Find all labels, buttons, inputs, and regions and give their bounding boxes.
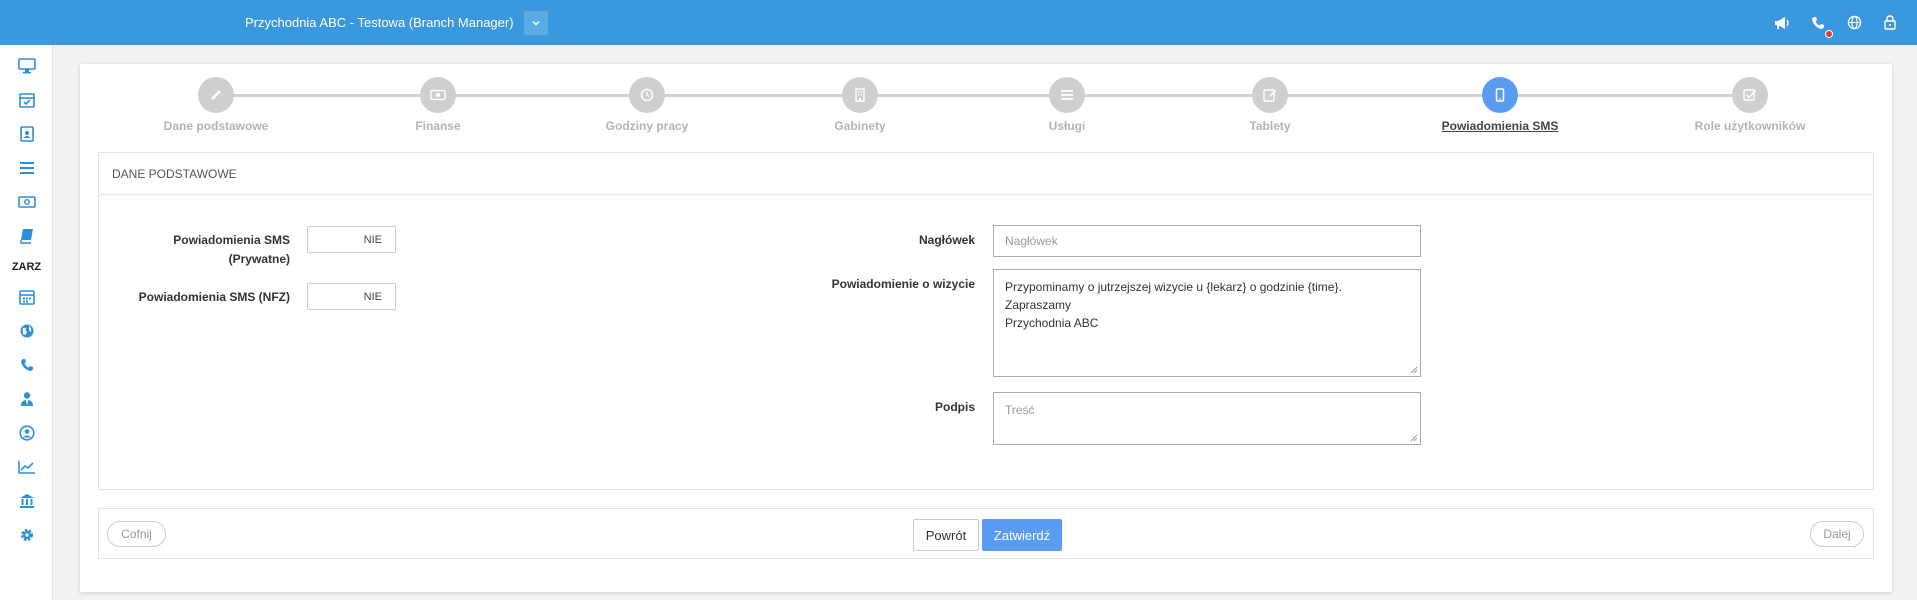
list-icon <box>1049 77 1085 113</box>
calendar-check-icon <box>18 92 35 111</box>
chevron-down-icon[interactable] <box>523 10 548 35</box>
money-icon <box>17 195 36 211</box>
return-button[interactable]: Powrót <box>913 519 979 551</box>
step-label: Dane podstawowe <box>163 119 269 133</box>
building-icon <box>842 77 878 113</box>
sidebar-item-book[interactable] <box>0 224 53 250</box>
step-label: Tablety <box>1249 119 1291 133</box>
top-bar: Przychodnia ABC - Testowa (Branch Manage… <box>0 0 1917 45</box>
calendar-icon <box>18 289 35 308</box>
step-sms-notifications[interactable]: Powiadomienia SMS <box>1390 77 1610 133</box>
sidebar-item-settings[interactable] <box>0 523 53 549</box>
next-step-button[interactable]: Dalej <box>1810 521 1864 547</box>
sidebar-section-label: ZARZ <box>11 261 42 273</box>
visit-text-line1: Przypominamy o jutrzejszej wizycie u {le… <box>1005 280 1342 294</box>
visit-notification-textarea[interactable]: Przypominamy o jutrzejszej wizycie u {le… <box>993 269 1421 377</box>
sidebar-item-finance[interactable] <box>0 190 53 216</box>
list-icon <box>19 161 35 178</box>
step-working-hours[interactable]: Godziny pracy <box>537 77 757 133</box>
header-label: Nagłówek <box>918 233 975 247</box>
sidebar-item-phone[interactable] <box>0 353 53 379</box>
resize-handle-icon[interactable] <box>1410 366 1418 374</box>
step-offices[interactable]: Gabinety <box>750 77 970 133</box>
visit-text-line3: Przychodnia ABC <box>1005 316 1099 330</box>
branch-selector[interactable]: Przychodnia ABC - Testowa (Branch Manage… <box>232 0 548 45</box>
sidebar-item-staff[interactable] <box>0 387 53 413</box>
visit-notification-label: Powiadomienie o wizycie <box>831 277 975 291</box>
sidebar-item-list[interactable] <box>0 156 53 182</box>
clock-icon <box>629 77 665 113</box>
resize-handle-icon[interactable] <box>1410 434 1418 442</box>
sms-nfz-label: Powiadomienia SMS (NFZ) <box>138 290 290 304</box>
step-services[interactable]: Usługi <box>957 77 1177 133</box>
step-label: Godziny pracy <box>605 119 689 133</box>
back-step-button[interactable]: Cofnij <box>107 521 166 547</box>
megaphone-icon[interactable] <box>1773 14 1791 32</box>
mobile-icon <box>1482 77 1518 113</box>
step-label: Usługi <box>1048 119 1086 133</box>
sidebar-item-web[interactable] <box>0 319 53 345</box>
checkbox-icon <box>1732 77 1768 113</box>
gear-icon <box>19 527 35 546</box>
sidebar-item-reports[interactable] <box>0 455 53 481</box>
confirm-button[interactable]: Zatwierdź <box>982 519 1062 551</box>
signature-label: Podpis <box>934 400 975 414</box>
book-icon <box>19 228 35 247</box>
user-circle-icon <box>18 424 35 444</box>
globe-icon[interactable] <box>1845 14 1863 32</box>
sidebar-item-dashboard[interactable] <box>0 54 53 80</box>
sms-private-label: Powiadomienia SMS (Prywatne) <box>120 231 290 269</box>
visit-text-line2: Zapraszamy <box>1005 298 1072 312</box>
header-input[interactable]: Nagłówek <box>993 225 1421 257</box>
step-basic-data[interactable]: Dane podstawowe <box>106 77 326 133</box>
sms-nfz-toggle[interactable]: NIE <box>307 283 396 310</box>
step-label: Role użytkowników <box>1694 119 1806 133</box>
line-chart-icon <box>17 460 36 477</box>
step-label: Powiadomienia SMS <box>1441 119 1559 133</box>
contact-card-icon <box>19 125 35 145</box>
sms-nfz-toggle-value: NIE <box>363 290 382 303</box>
step-label: Finanse <box>415 119 461 133</box>
sms-private-label-line2: (Prywatne) <box>228 252 290 266</box>
sidebar-item-patients[interactable] <box>0 122 53 148</box>
branch-title: Przychodnia ABC - Testowa (Branch Manage… <box>245 15 514 30</box>
sidebar-item-account[interactable] <box>0 421 53 447</box>
sms-private-toggle[interactable]: NIE <box>307 226 396 253</box>
sidebar-item-bank[interactable] <box>0 489 53 515</box>
tablet-edit-icon <box>1252 77 1288 113</box>
step-finance[interactable]: Finanse <box>328 77 548 133</box>
basic-data-panel: DANE PODSTAWOWE <box>98 152 1874 490</box>
phone-icon <box>20 358 34 375</box>
user-tie-icon <box>19 391 35 410</box>
signature-placeholder: Treść <box>1005 403 1035 417</box>
signature-textarea[interactable]: Treść <box>993 392 1421 445</box>
sms-private-label-line1: Powiadomienia SMS <box>173 233 290 247</box>
step-label: Gabinety <box>834 119 886 133</box>
pencil-icon <box>198 77 234 113</box>
sidebar: ZARZ <box>0 45 53 600</box>
logo-area <box>0 0 232 45</box>
notification-dot <box>1825 29 1833 38</box>
sidebar-item-visits[interactable] <box>0 88 53 114</box>
sms-private-toggle-value: NIE <box>363 233 382 246</box>
money-icon <box>420 77 456 113</box>
step-tablets[interactable]: Tablety <box>1160 77 1380 133</box>
bank-icon <box>19 493 35 512</box>
step-user-roles[interactable]: Role użytkowników <box>1640 77 1860 133</box>
sidebar-item-calendar[interactable] <box>0 285 53 311</box>
globe-icon <box>19 323 35 342</box>
lock-icon[interactable] <box>1881 14 1899 32</box>
panel-title: DANE PODSTAWOWE <box>99 153 1873 195</box>
monitor-icon <box>17 57 36 77</box>
phone-icon[interactable] <box>1809 14 1833 38</box>
